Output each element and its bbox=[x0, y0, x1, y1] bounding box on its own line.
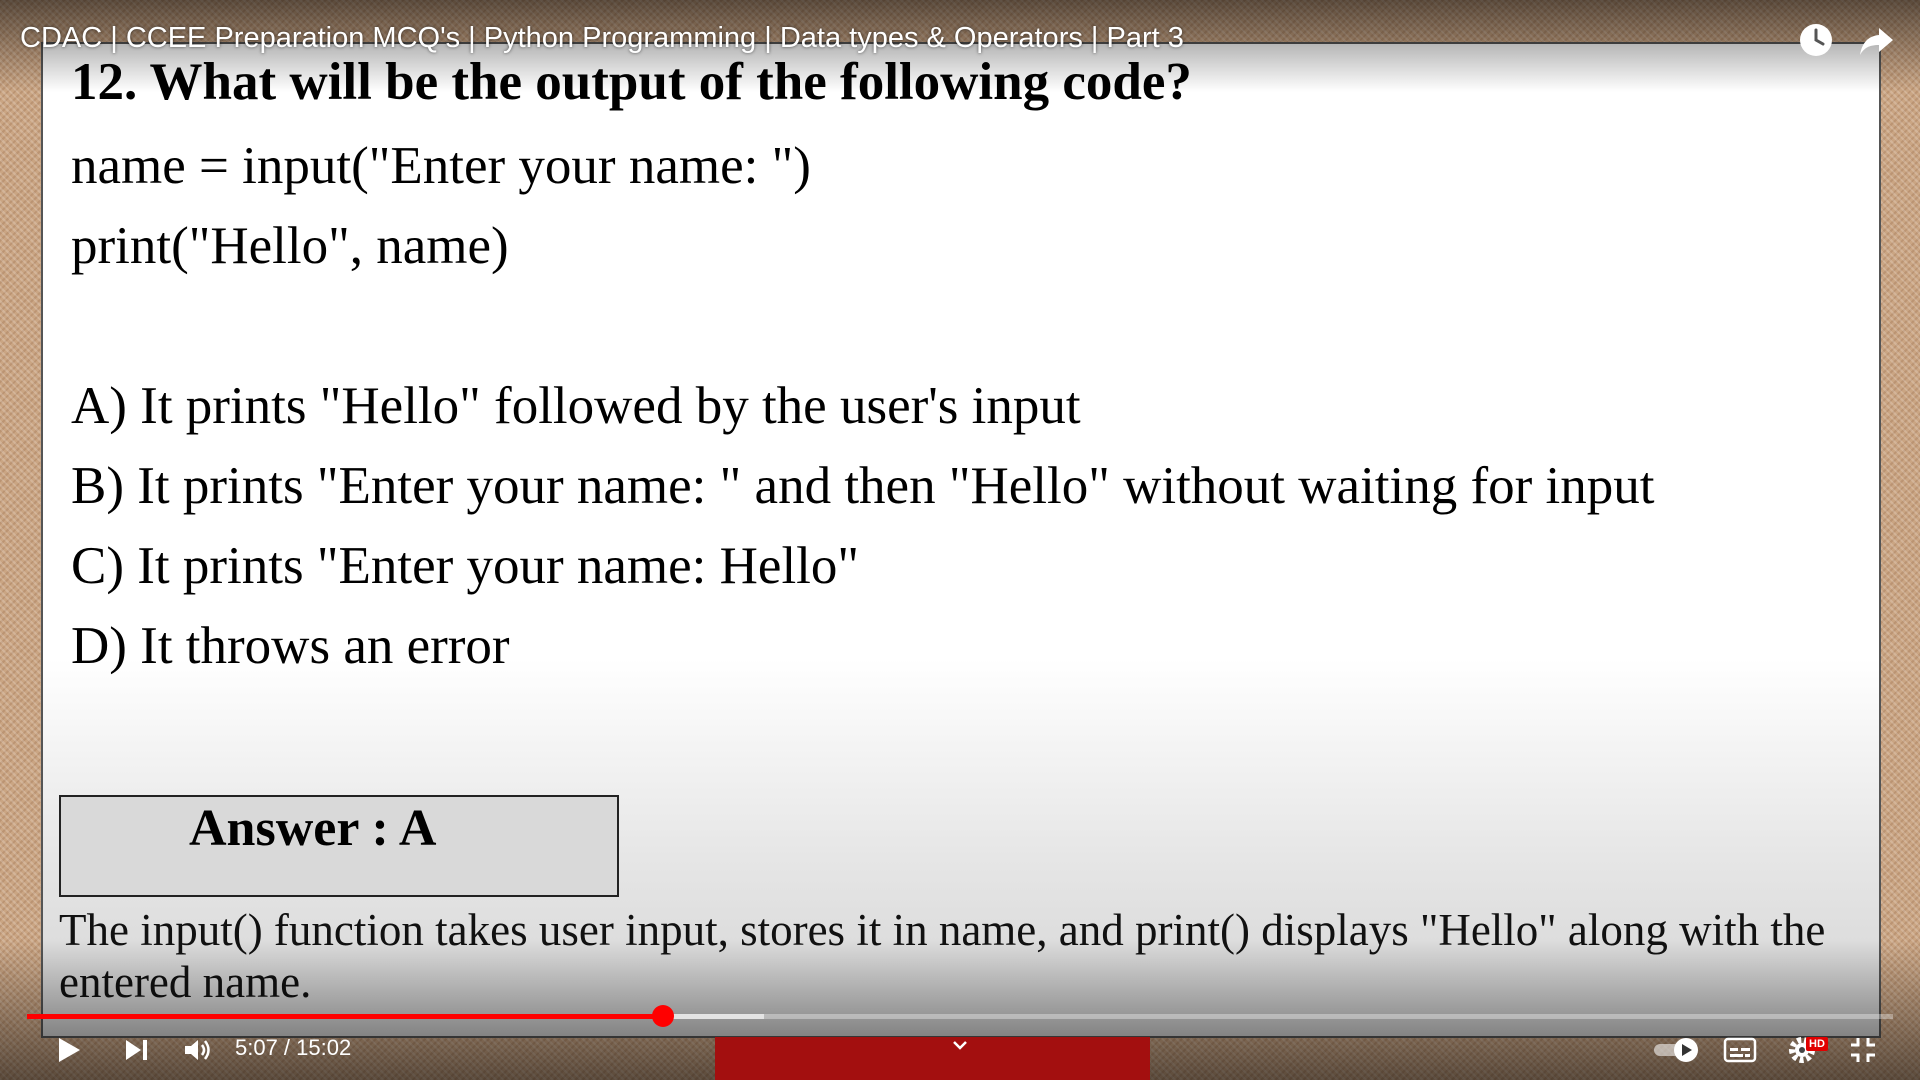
video-title[interactable]: CDAC | CCEE Preparation MCQ's | Python P… bbox=[20, 22, 1184, 55]
volume-icon[interactable] bbox=[177, 1030, 217, 1070]
autoplay-toggle-icon[interactable] bbox=[1652, 1030, 1704, 1070]
chapter-panel[interactable] bbox=[715, 1037, 1150, 1080]
hd-badge: HD bbox=[1806, 1037, 1828, 1051]
option-b: B) It prints "Enter your name: " and the… bbox=[71, 457, 1655, 515]
option-c: C) It prints "Enter your name: Hello" bbox=[71, 537, 860, 595]
slide-content: 12. What will be the output of the follo… bbox=[41, 42, 1881, 1038]
exit-fullscreen-icon[interactable] bbox=[1843, 1030, 1883, 1070]
clock-icon[interactable] bbox=[1796, 20, 1836, 60]
time-display: 5:07 / 15:02 bbox=[235, 1035, 352, 1060]
code-line-2: print("Hello", name) bbox=[71, 217, 509, 275]
option-a: A) It prints "Hello" followed by the use… bbox=[71, 377, 1081, 435]
chevron-down-icon[interactable] bbox=[948, 1036, 972, 1056]
progress-bar[interactable] bbox=[27, 1005, 1893, 1027]
share-arrow-icon[interactable] bbox=[1857, 20, 1897, 60]
subtitles-icon[interactable] bbox=[1720, 1030, 1760, 1070]
play-icon[interactable] bbox=[48, 1030, 88, 1070]
played-bar bbox=[27, 1014, 664, 1019]
answer-text: Answer : A bbox=[189, 800, 437, 857]
next-icon[interactable] bbox=[116, 1030, 156, 1070]
option-d: D) It throws an error bbox=[71, 617, 510, 675]
answer-box: Answer : A bbox=[59, 795, 619, 897]
code-line-1: name = input("Enter your name: ") bbox=[71, 137, 811, 195]
